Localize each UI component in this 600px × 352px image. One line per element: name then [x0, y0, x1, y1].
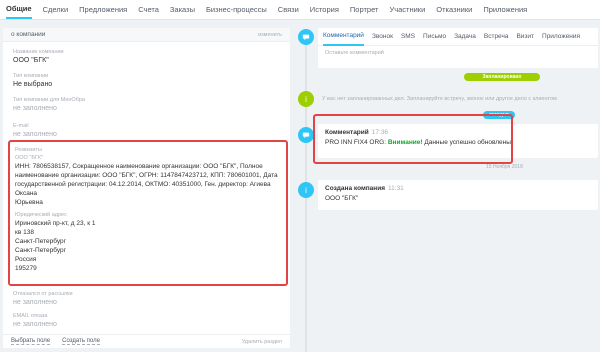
create-field-link[interactable]: Создать поле	[62, 338, 100, 345]
field-value: не заполнено	[13, 131, 57, 138]
field-company-name[interactable]: Название компании ООО "БГК"	[13, 48, 64, 66]
field-value: не заполнено	[13, 105, 57, 112]
tab-links[interactable]: Связи	[278, 0, 299, 20]
activity-editor: Комментарий Звонок SMS Письмо Задача Вст…	[318, 28, 598, 68]
field-value: Не выбрано	[13, 81, 53, 88]
choose-field-link[interactable]: Выбрать поле	[11, 338, 51, 345]
chat-icon	[302, 132, 310, 139]
comment-input[interactable]: Оставьте комментарий	[318, 46, 598, 60]
delete-section-link[interactable]: Удалить раздел	[242, 339, 282, 345]
card-header: о компании изменить	[3, 28, 290, 42]
created-company-name: ООО "БГК"	[325, 195, 359, 202]
planned-pill: Запланировано	[464, 73, 540, 81]
address-line: Санкт-Петербург	[15, 247, 66, 254]
chat-icon	[302, 34, 310, 41]
field-value: не заполнено	[13, 299, 57, 306]
field-label: EMAIL отказа	[13, 313, 48, 319]
field-label: Тип компании	[13, 73, 49, 79]
field-unsubscribed[interactable]: Отказался от рассылки не заполнено	[13, 290, 73, 308]
tab-history[interactable]: История	[310, 0, 339, 20]
tab-apps[interactable]: Приложения	[483, 0, 527, 20]
card-footer: Выбрать поле Создать поле Удалить раздел	[3, 334, 290, 348]
tab-portrait[interactable]: Портрет	[350, 0, 379, 20]
top-tab-bar: Общие Сделки Предложения Счета Заказы Би…	[0, 0, 600, 20]
comment-highlight-box	[313, 114, 513, 164]
tab-general[interactable]: Общие	[6, 0, 32, 19]
created-time: 11:31	[388, 185, 404, 192]
requisites-label: Реквизиты	[15, 147, 42, 153]
tab-refusers[interactable]: Отказники	[436, 0, 472, 20]
address-line: Россия	[15, 256, 37, 263]
tab-participants[interactable]: Участники	[389, 0, 425, 20]
comment-editor-icon	[298, 29, 314, 45]
requisites-line: государственной регистрации: 04.12.2014,…	[15, 181, 271, 197]
created-title: Создана компания 11:31	[325, 185, 591, 192]
requisites-line: наименование организации: ООО "БГК", ОГР…	[15, 172, 278, 179]
address-line: 195279	[15, 265, 37, 272]
date-separator: 15 Ноября 2018	[486, 164, 523, 170]
field-email[interactable]: E-mail не заполнено	[13, 122, 57, 140]
address-line: Санкт-Петербург	[15, 238, 66, 245]
requisites-line: Юрьевна	[15, 199, 43, 206]
created-title-text: Создана компания	[325, 185, 386, 192]
field-company-type-menobr[interactable]: Тип компании для МенОбра не заполнено	[13, 96, 85, 114]
editor-tabs: Комментарий Звонок SMS Письмо Задача Вст…	[318, 28, 598, 46]
tab-invoices[interactable]: Счета	[138, 0, 159, 20]
editor-tab-apps[interactable]: Приложения	[542, 28, 580, 46]
tab-deals[interactable]: Сделки	[43, 0, 69, 20]
address-line: кв 138	[15, 229, 34, 236]
field-label: Тип компании для МенОбра	[13, 97, 85, 103]
tab-quotes[interactable]: Предложения	[79, 0, 127, 20]
editor-tab-call[interactable]: Звонок	[372, 28, 393, 46]
editor-tab-task[interactable]: Задача	[454, 28, 476, 46]
field-value: ООО "БГК"	[13, 57, 49, 64]
field-label: E-mail	[13, 123, 29, 129]
edit-link[interactable]: изменить	[258, 32, 282, 38]
field-label: Отказался от рассылки	[13, 291, 73, 297]
field-value: не заполнено	[13, 321, 57, 328]
card-title: о компании	[11, 31, 46, 38]
company-created-icon: i	[298, 182, 314, 198]
field-label: Название компании	[13, 49, 64, 55]
editor-tab-comment[interactable]: Комментарий	[323, 28, 364, 46]
field-email-refusal[interactable]: EMAIL отказа не заполнено	[13, 312, 57, 330]
comment-item-icon	[298, 127, 314, 143]
field-company-type[interactable]: Тип компании Не выбрано	[13, 72, 52, 90]
company-created-item: Создана компания 11:31 ООО "БГК"	[318, 180, 598, 210]
no-planned-notice: У вас нет запланированных дел. Запланиру…	[322, 96, 557, 102]
requisites-highlight-box: Реквизиты ООО "БГК" ИНН: 7806538157, Сок…	[8, 140, 288, 286]
company-info-card: о компании изменить Название компании ОО…	[3, 28, 290, 348]
info-icon: i	[298, 91, 314, 107]
editor-tab-sms[interactable]: SMS	[401, 28, 415, 46]
editor-tab-visit[interactable]: Визит	[516, 28, 534, 46]
tab-business-processes[interactable]: Бизнес-процессы	[206, 0, 267, 20]
tab-orders[interactable]: Заказы	[170, 0, 195, 20]
editor-tab-meeting[interactable]: Встреча	[484, 28, 509, 46]
requisites-line: ИНН: 7806538157, Сокращенное наименовани…	[15, 163, 263, 170]
address-line: Ириновский пр-кт, д 23, к 1	[15, 220, 96, 227]
requisites-name: ООО "БГК"	[15, 155, 44, 161]
legal-address-label: Юридический адрес	[15, 212, 67, 218]
editor-tab-email[interactable]: Письмо	[423, 28, 446, 46]
